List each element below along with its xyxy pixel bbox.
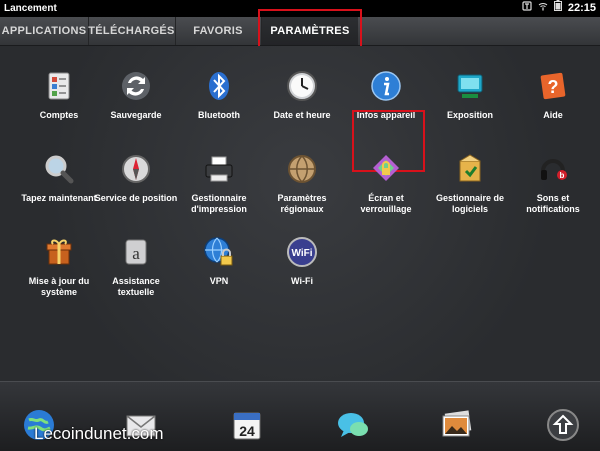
gift-update-icon	[41, 234, 77, 270]
messaging-icon[interactable]	[334, 406, 372, 444]
app-regional-settings[interactable]: Paramètres régionaux	[259, 151, 345, 215]
info-icon	[368, 68, 404, 104]
app-label: Comptes	[39, 110, 79, 120]
app-vpn[interactable]: VPN	[176, 234, 262, 287]
printer-icon	[201, 151, 237, 187]
app-label: VPN	[209, 276, 229, 286]
launcher-up-icon[interactable]	[544, 406, 582, 444]
app-bluetooth[interactable]: Bluetooth	[176, 68, 262, 121]
software-manager-icon	[452, 151, 488, 187]
photos-icon[interactable]	[438, 406, 476, 444]
backup-icon	[118, 68, 154, 104]
app-grid: Comptes Sauvegarde Bluetooth Date et heu…	[0, 46, 600, 381]
clock-icon	[284, 68, 320, 104]
battery-icon	[553, 0, 562, 17]
app-software-manager[interactable]: Gestionnaire de logiciels	[427, 151, 513, 215]
watermark-text: Lecoindunet.com	[34, 424, 164, 443]
app-accounts[interactable]: Comptes	[16, 68, 102, 121]
app-help[interactable]: ? Aide	[510, 68, 596, 121]
app-label: Aide	[543, 110, 563, 120]
globe-icon	[284, 151, 320, 187]
calendar-icon[interactable]: 24	[228, 406, 266, 444]
app-label: Mise à jour du système	[28, 276, 90, 297]
app-just-type[interactable]: Tapez maintenant	[16, 151, 102, 204]
text-assist-icon: a	[118, 234, 154, 270]
calendar-date: 24	[239, 423, 255, 439]
app-label: Paramètres régionaux	[277, 193, 327, 214]
app-sounds-notifications[interactable]: b Sons et notifications	[510, 151, 596, 215]
app-exhibition[interactable]: Exposition	[427, 68, 513, 121]
app-label: Assistance textuelle	[112, 276, 160, 297]
wifi-status-icon	[538, 0, 548, 17]
magnifier-icon	[41, 151, 77, 187]
wifi-icon: WiFi	[284, 234, 320, 270]
help-icon: ?	[535, 68, 571, 104]
screen-lock-icon	[368, 151, 404, 187]
bluetooth-icon	[201, 68, 237, 104]
accounts-icon	[41, 68, 77, 104]
status-icons: 22:15	[522, 0, 596, 17]
status-clock: 22:15	[567, 2, 596, 14]
tab-applications[interactable]: APPLICATIONS	[0, 17, 89, 45]
app-label: Écran et verrouillage	[360, 193, 412, 214]
status-title: Lancement	[4, 3, 57, 14]
tab-downloads[interactable]: TÉLÉCHARGÉS	[88, 17, 176, 45]
app-date-time[interactable]: Date et heure	[259, 68, 345, 121]
app-label: Tapez maintenant	[21, 193, 97, 203]
app-system-update[interactable]: Mise à jour du système	[16, 234, 102, 298]
app-backup[interactable]: Sauvegarde	[93, 68, 179, 121]
app-print-manager[interactable]: Gestionnaire d'impression	[176, 151, 262, 215]
exhibition-icon	[452, 68, 488, 104]
tab-favorites[interactable]: FAVORIS	[175, 17, 262, 45]
app-label: Sauvegarde	[110, 110, 162, 120]
svg-text:?: ?	[548, 77, 559, 97]
compass-icon	[118, 151, 154, 187]
app-label: Gestionnaire d'impression	[191, 193, 247, 214]
app-label: Sons et notifications	[526, 193, 580, 214]
sound-icon: b	[535, 151, 571, 187]
app-label: Bluetooth	[198, 110, 240, 120]
app-location-service[interactable]: Service de position	[93, 151, 179, 204]
app-wifi[interactable]: WiFi Wi-Fi	[259, 234, 345, 287]
app-label: Exposition	[446, 110, 493, 120]
svg-text:b: b	[560, 171, 565, 180]
app-label: Date et heure	[273, 110, 331, 120]
tab-highlight-box	[258, 9, 362, 48]
vpn-icon	[201, 234, 237, 270]
notification-icon	[522, 0, 532, 17]
app-screen-lock[interactable]: Écran et verrouillage	[343, 151, 429, 215]
svg-text:a: a	[132, 244, 140, 263]
app-text-assist[interactable]: a Assistance textuelle	[93, 234, 179, 298]
app-label: Wi-Fi	[291, 276, 313, 286]
app-label: Service de position	[94, 193, 178, 203]
app-label: Gestionnaire de logiciels	[435, 193, 505, 214]
svg-text:WiFi: WiFi	[291, 248, 312, 259]
